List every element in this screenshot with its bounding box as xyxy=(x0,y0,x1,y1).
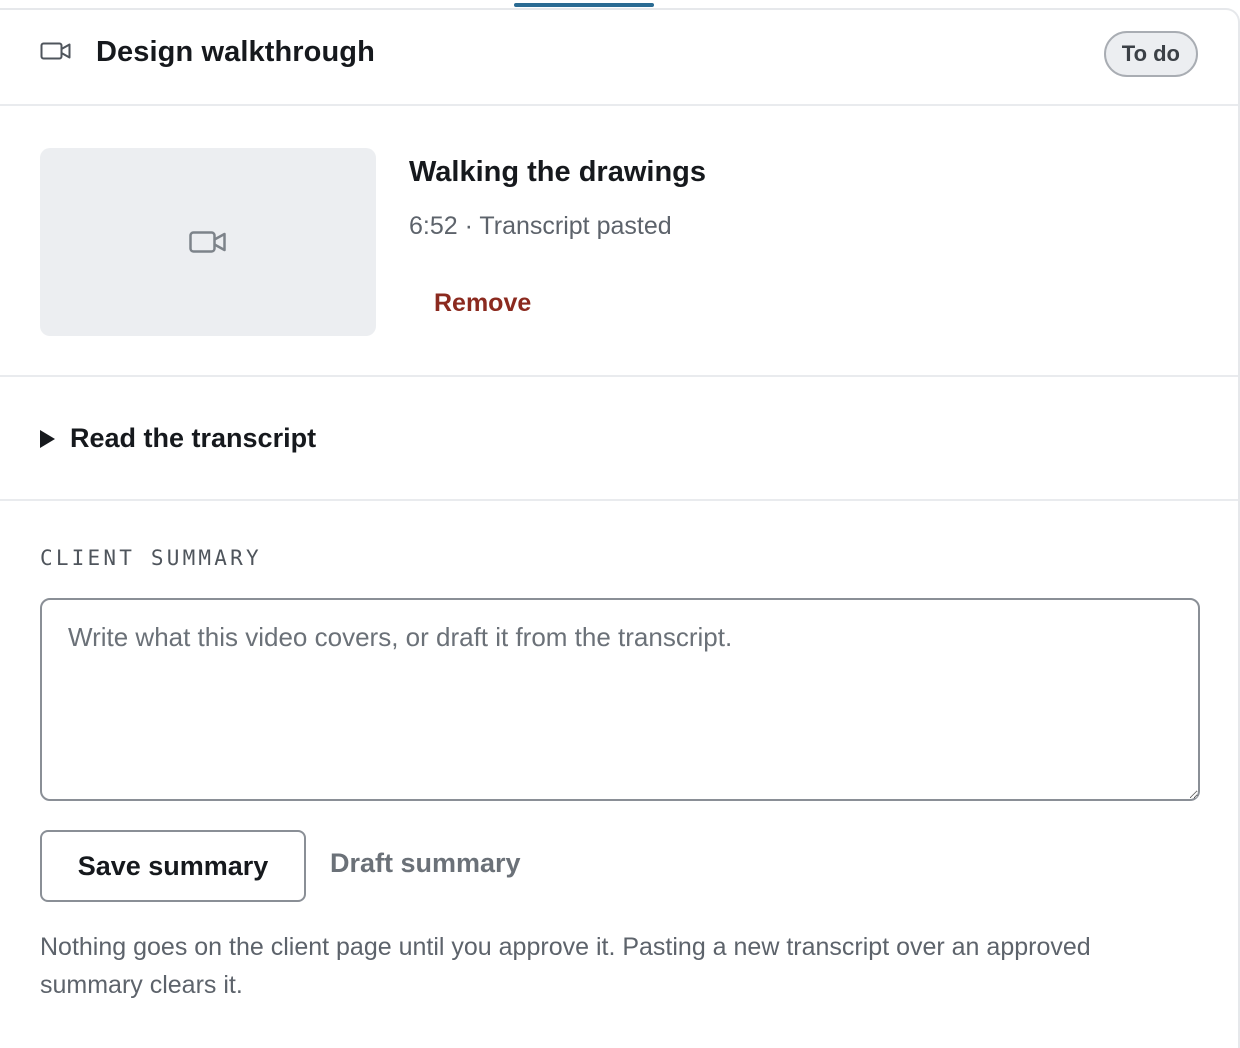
status-badge[interactable]: To do xyxy=(1103,31,1198,77)
card-header: Design walkthrough To do xyxy=(0,10,1238,106)
video-card: Design walkthrough To do Walking the dra… xyxy=(0,8,1240,1048)
page-title: Design walkthrough xyxy=(96,36,375,68)
client-summary-heading: CLIENT SUMMARY xyxy=(40,546,262,570)
transcript-toggle-label: Read the transcript xyxy=(70,423,317,453)
remove-button[interactable]: Remove xyxy=(434,289,531,318)
draft-summary-button[interactable]: Draft summary xyxy=(330,848,521,879)
active-tab-indicator xyxy=(514,3,654,7)
video-meta: 6:52 · Transcript pasted xyxy=(409,212,672,240)
transcript-disclosure[interactable]: Read the transcript xyxy=(0,377,1238,501)
video-camera-icon xyxy=(40,42,71,60)
video-camera-icon xyxy=(189,231,226,253)
video-thumbnail[interactable] xyxy=(40,148,376,336)
disclosure-triangle-icon xyxy=(40,430,55,448)
save-summary-button[interactable]: Save summary xyxy=(40,830,306,902)
summary-help-text: Nothing goes on the client page until yo… xyxy=(40,933,1091,999)
client-summary-input[interactable] xyxy=(40,598,1200,801)
video-title: Walking the drawings xyxy=(409,156,707,188)
video-section: Walking the drawings 6:52 · Transcript p… xyxy=(0,106,1238,377)
